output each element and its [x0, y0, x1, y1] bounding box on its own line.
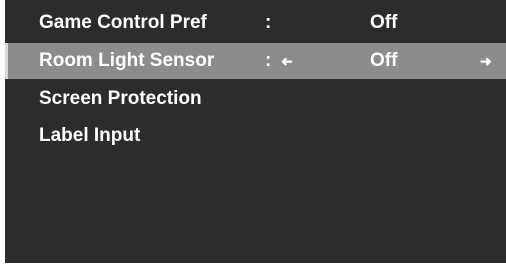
menu-item-separator: :: [265, 50, 272, 71]
menu-item-game-control-pref[interactable]: Game Control Pref : Off: [5, 5, 506, 41]
menu-item-value: Off: [370, 50, 398, 71]
menu-item-label: Game Control Pref: [39, 12, 207, 33]
menu-item-separator: :: [265, 12, 272, 33]
left-arrow-icon[interactable]: ➜: [281, 50, 293, 72]
menu-item-screen-protection[interactable]: Screen Protection: [5, 81, 506, 117]
osd-menu-panel: Game Control Pref : Off Room Light Senso…: [5, 0, 506, 263]
menu-item-value: Off: [370, 12, 398, 33]
menu-item-label: Room Light Sensor: [39, 50, 215, 71]
menu-item-room-light-sensor[interactable]: Room Light Sensor : ➜ Off ➜: [5, 43, 506, 79]
menu-item-label-input[interactable]: Label Input: [5, 118, 506, 154]
menu-item-label: Screen Protection: [39, 88, 202, 109]
menu-item-label: Label Input: [39, 125, 141, 146]
right-arrow-icon[interactable]: ➜: [480, 50, 492, 72]
